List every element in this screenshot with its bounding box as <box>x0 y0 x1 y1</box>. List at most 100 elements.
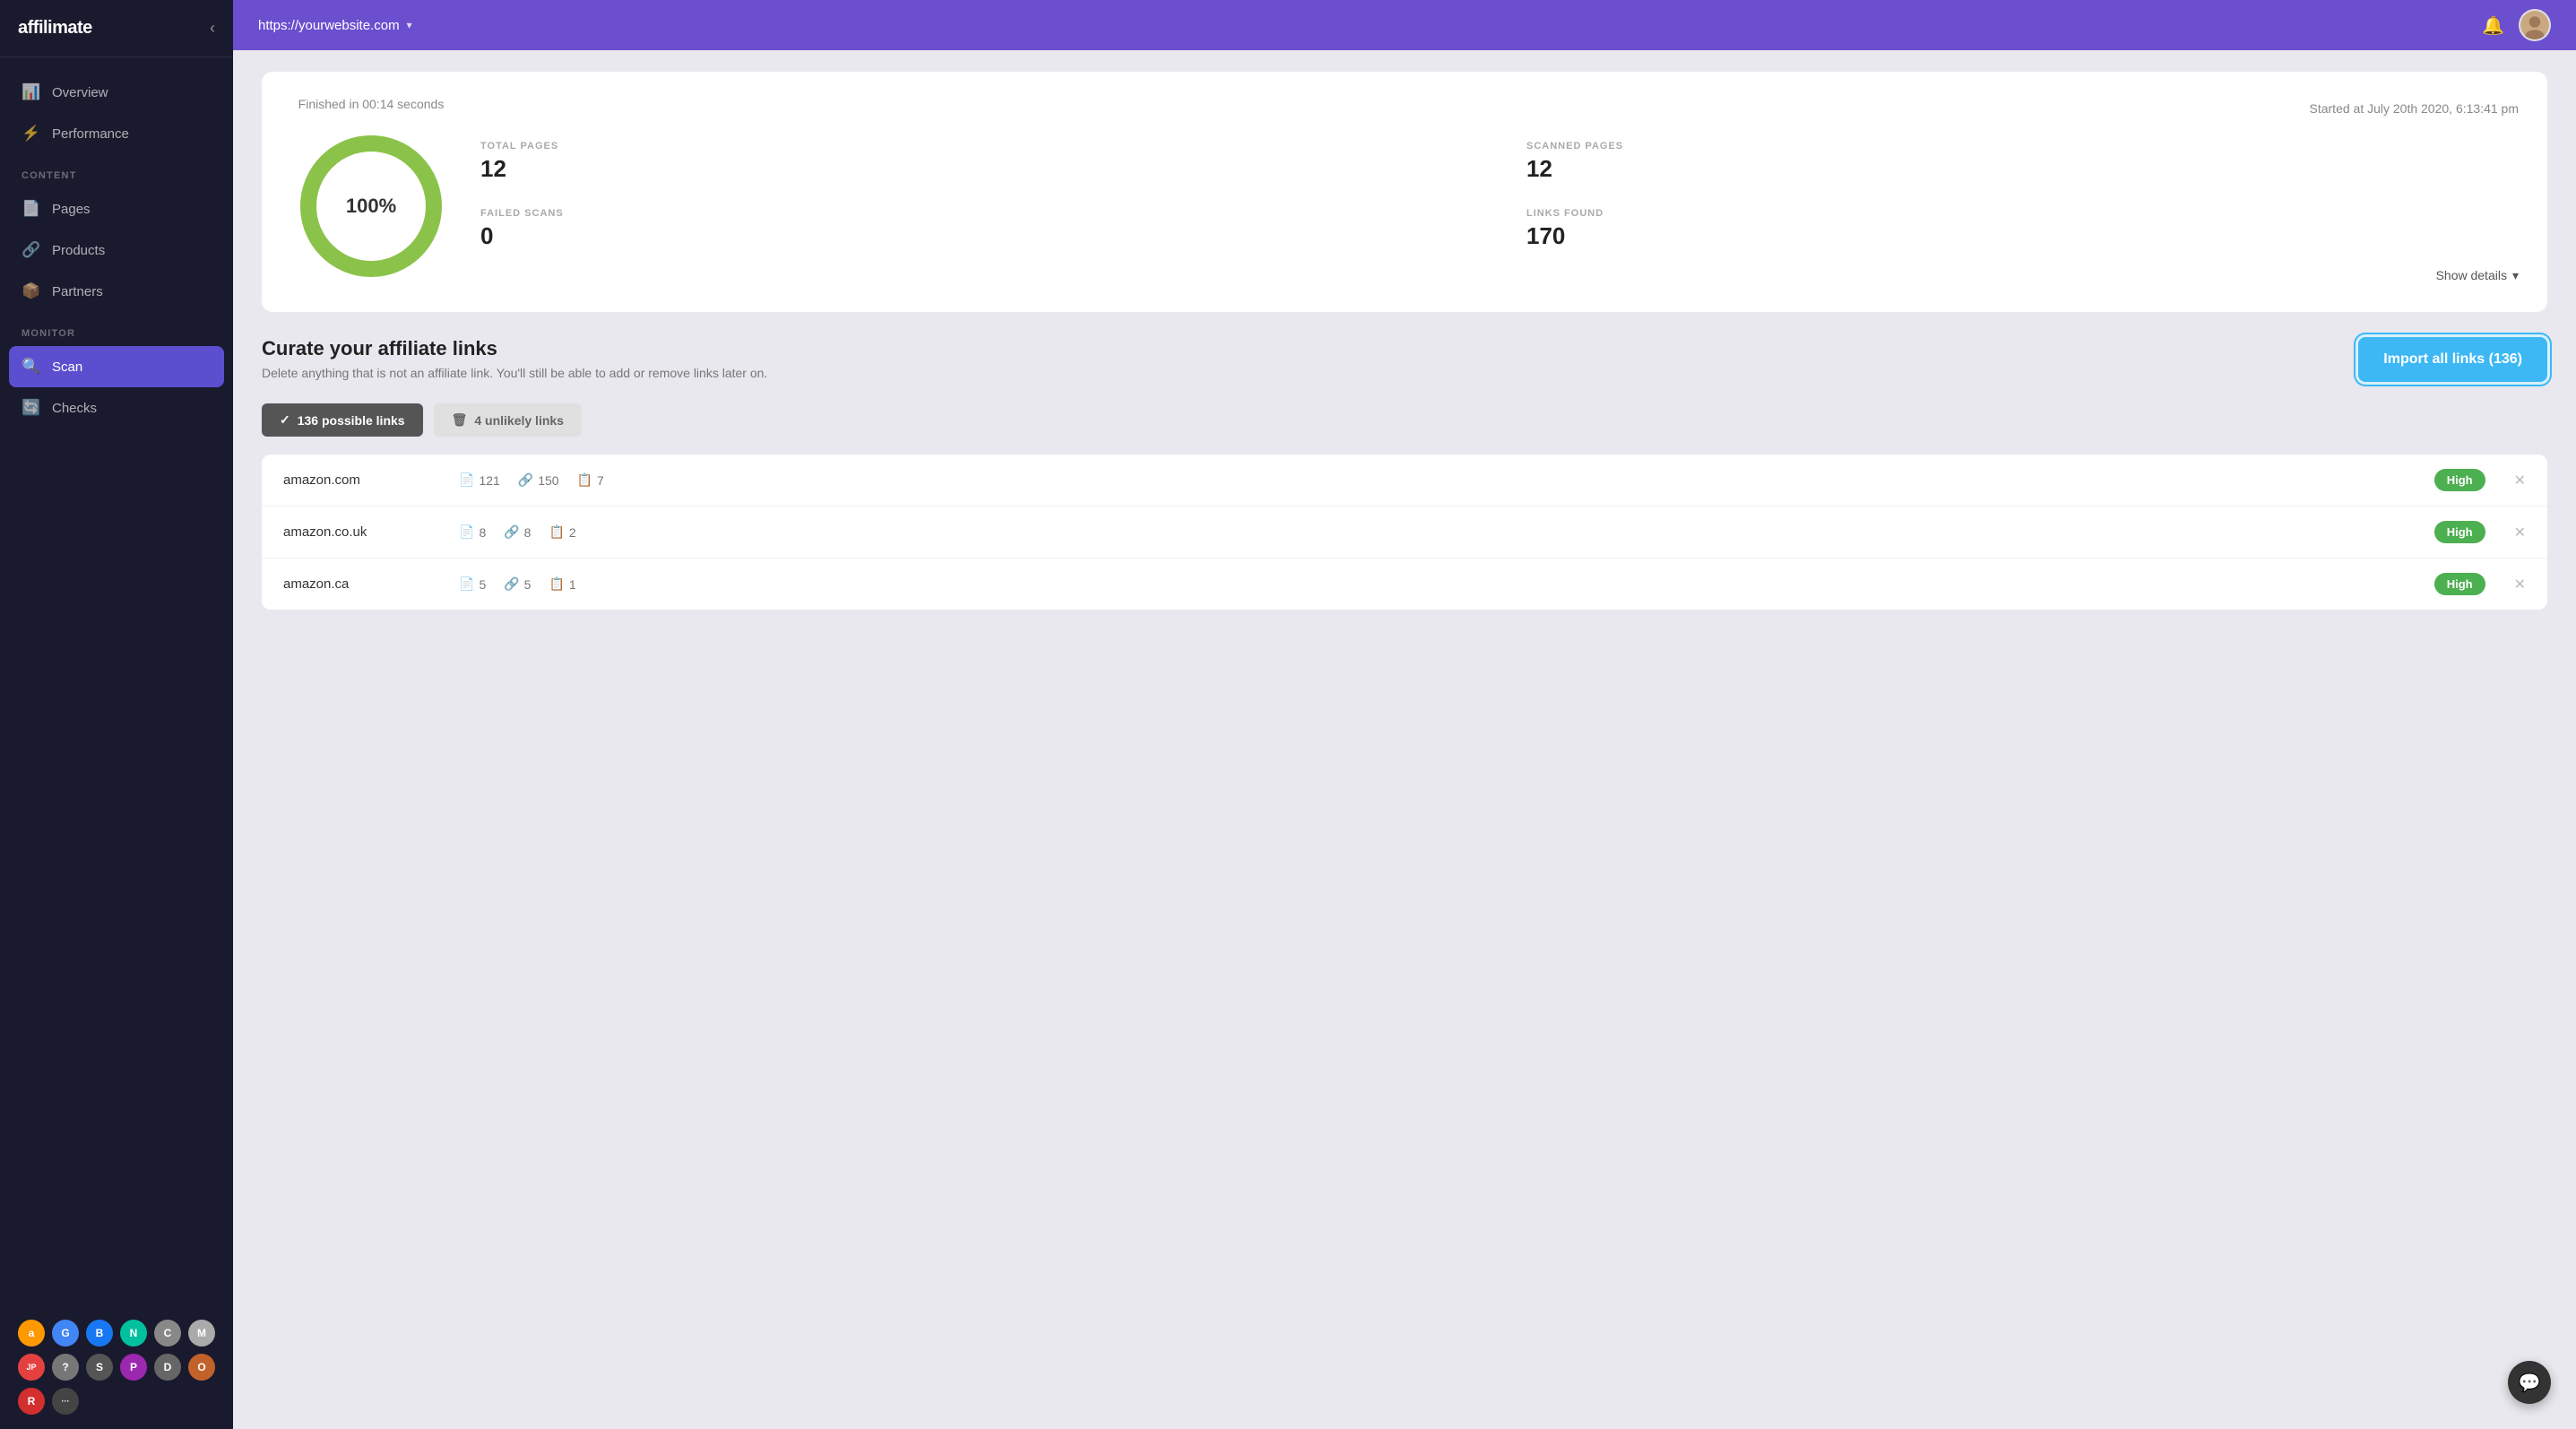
curate-text: Curate your affiliate links Delete anyth… <box>262 337 767 380</box>
avatar[interactable] <box>2519 9 2551 41</box>
sidebar-item-label: Scan <box>52 359 82 375</box>
collapse-button[interactable]: ‹ <box>210 19 215 38</box>
links-count: 5 <box>524 577 532 592</box>
links-stat: 🔗 8 <box>504 524 531 540</box>
stat-total-pages: TOTAL PAGES 12 <box>480 141 1473 183</box>
content-section-label: CONTENT <box>0 154 233 188</box>
stat-value: 0 <box>480 222 1473 250</box>
tab-possible-links[interactable]: ✓ 136 possible links <box>262 403 423 437</box>
partner-icon-s[interactable]: S <box>86 1354 113 1381</box>
links-icon: 🔗 <box>504 524 519 540</box>
confidence-badge: High <box>2434 573 2485 595</box>
docs-stat: 📋 1 <box>549 576 575 592</box>
partners-icon: 📦 <box>22 282 39 300</box>
pages-count: 121 <box>479 473 499 488</box>
sidebar-item-label: Pages <box>52 202 91 217</box>
pages-stat: 📄 8 <box>459 524 486 540</box>
pages-icon: 📄 <box>22 200 39 218</box>
partner-icon-o[interactable]: O <box>188 1354 215 1381</box>
url-chevron-icon: ▾ <box>407 19 412 31</box>
table-row: amazon.com 📄 121 🔗 150 📋 7 High <box>262 455 2547 507</box>
sidebar-nav: 📊 Overview ⚡ Performance CONTENT 📄 Pages… <box>0 57 233 443</box>
partner-icon-n[interactable]: N <box>120 1320 147 1347</box>
chat-support-button[interactable]: 💬 <box>2508 1361 2551 1404</box>
table-row: amazon.ca 📄 5 🔗 5 📋 1 High <box>262 559 2547 610</box>
partner-icon-p2[interactable]: ? <box>52 1354 79 1381</box>
import-all-links-button[interactable]: Import all links (136) <box>2358 337 2547 382</box>
stat-value: 12 <box>1526 155 2519 183</box>
stat-value: 170 <box>1526 222 2519 250</box>
partner-icon-more[interactable]: ··· <box>52 1388 79 1415</box>
show-details-button[interactable]: Show details ▾ <box>480 268 2519 283</box>
partner-icon-r[interactable]: R <box>18 1388 45 1415</box>
tab-unlikely-links[interactable]: 🗑 4 unlikely links <box>434 403 582 437</box>
notification-bell-icon[interactable]: 🔔 <box>2482 14 2504 37</box>
partner-icon-google[interactable]: G <box>52 1320 79 1347</box>
sidebar-header: affilimate ‹ <box>0 0 233 57</box>
partner-icon-b[interactable]: B <box>86 1320 113 1347</box>
link-stats: 📄 121 🔗 150 📋 7 <box>459 472 2420 488</box>
curate-header: Curate your affiliate links Delete anyth… <box>262 337 2547 382</box>
stat-label: LINKS FOUND <box>1526 208 2519 219</box>
stat-failed-scans: FAILED SCANS 0 <box>480 208 1473 250</box>
url-text: https://yourwebsite.com <box>258 18 400 33</box>
curate-title: Curate your affiliate links <box>262 337 767 360</box>
overview-icon: 📊 <box>22 83 39 101</box>
topbar: https://yourwebsite.com ▾ 🔔 <box>233 0 2576 50</box>
links-icon: 🔗 <box>518 472 533 488</box>
partner-icon-m[interactable]: M <box>188 1320 215 1347</box>
sidebar-item-scan[interactable]: 🔍 Scan <box>9 346 224 387</box>
remove-link-button[interactable]: ✕ <box>2514 524 2526 541</box>
sidebar-item-performance[interactable]: ⚡ Performance <box>0 113 233 154</box>
partner-icon-jp[interactable]: JP <box>18 1354 45 1381</box>
progress-percent: 100% <box>346 195 396 218</box>
link-tabs: ✓ 136 possible links 🗑 4 unlikely links <box>262 403 2547 437</box>
sidebar-item-label: Checks <box>52 401 97 416</box>
links-icon: 🔗 <box>504 576 519 592</box>
remove-link-button[interactable]: ✕ <box>2514 472 2526 489</box>
docs-count: 1 <box>569 577 576 592</box>
stat-label: SCANNED PAGES <box>1526 141 2519 152</box>
finished-text: Finished in 00:14 seconds <box>298 97 445 111</box>
partner-icon-c[interactable]: C <box>154 1320 181 1347</box>
partner-icon-d[interactable]: D <box>154 1354 181 1381</box>
pages-count: 5 <box>479 577 486 592</box>
stat-label: TOTAL PAGES <box>480 141 1473 152</box>
links-count: 150 <box>538 473 558 488</box>
partner-icon-p3[interactable]: P <box>120 1354 147 1381</box>
table-row: amazon.co.uk 📄 8 🔗 8 📋 2 High <box>262 507 2547 559</box>
confidence-badge: High <box>2434 469 2485 491</box>
sidebar: affilimate ‹ 📊 Overview ⚡ Performance CO… <box>0 0 233 1429</box>
link-stats: 📄 8 🔗 8 📋 2 <box>459 524 2420 540</box>
partner-icon-amazon[interactable]: a <box>18 1320 45 1347</box>
page-content: Finished in 00:14 seconds 100% Started a… <box>233 50 2576 1429</box>
link-domain: amazon.com <box>283 472 445 488</box>
sidebar-item-pages[interactable]: 📄 Pages <box>0 188 233 230</box>
products-icon: 🔗 <box>22 241 39 259</box>
sidebar-item-products[interactable]: 🔗 Products <box>0 230 233 271</box>
stat-links-found: LINKS FOUND 170 <box>1526 208 2519 250</box>
logo: affilimate <box>18 18 92 39</box>
pages-icon: 📄 <box>459 576 474 592</box>
pages-stat: 📄 5 <box>459 576 486 592</box>
sidebar-item-partners[interactable]: 📦 Partners <box>0 271 233 312</box>
scan-result-card: Finished in 00:14 seconds 100% Started a… <box>262 72 2547 312</box>
sidebar-item-checks[interactable]: 🔄 Checks <box>0 387 233 429</box>
performance-icon: ⚡ <box>22 125 39 143</box>
link-domain: amazon.co.uk <box>283 524 445 540</box>
sidebar-item-label: Products <box>52 243 105 258</box>
stat-label: FAILED SCANS <box>480 208 1473 219</box>
sidebar-item-overview[interactable]: 📊 Overview <box>0 72 233 113</box>
tab-label: 136 possible links <box>298 413 405 428</box>
sidebar-item-label: Performance <box>52 126 129 142</box>
topbar-right-actions: 🔔 <box>2482 9 2551 41</box>
links-count: 8 <box>524 525 532 540</box>
website-url-selector[interactable]: https://yourwebsite.com ▾ <box>258 18 412 33</box>
remove-link-button[interactable]: ✕ <box>2514 576 2526 593</box>
show-details-label: Show details <box>2436 268 2507 282</box>
links-table: amazon.com 📄 121 🔗 150 📋 7 High <box>262 455 2547 610</box>
docs-icon: 📋 <box>577 472 592 488</box>
scan-icon: 🔍 <box>22 358 39 376</box>
links-stat: 🔗 5 <box>504 576 531 592</box>
docs-count: 2 <box>569 525 576 540</box>
